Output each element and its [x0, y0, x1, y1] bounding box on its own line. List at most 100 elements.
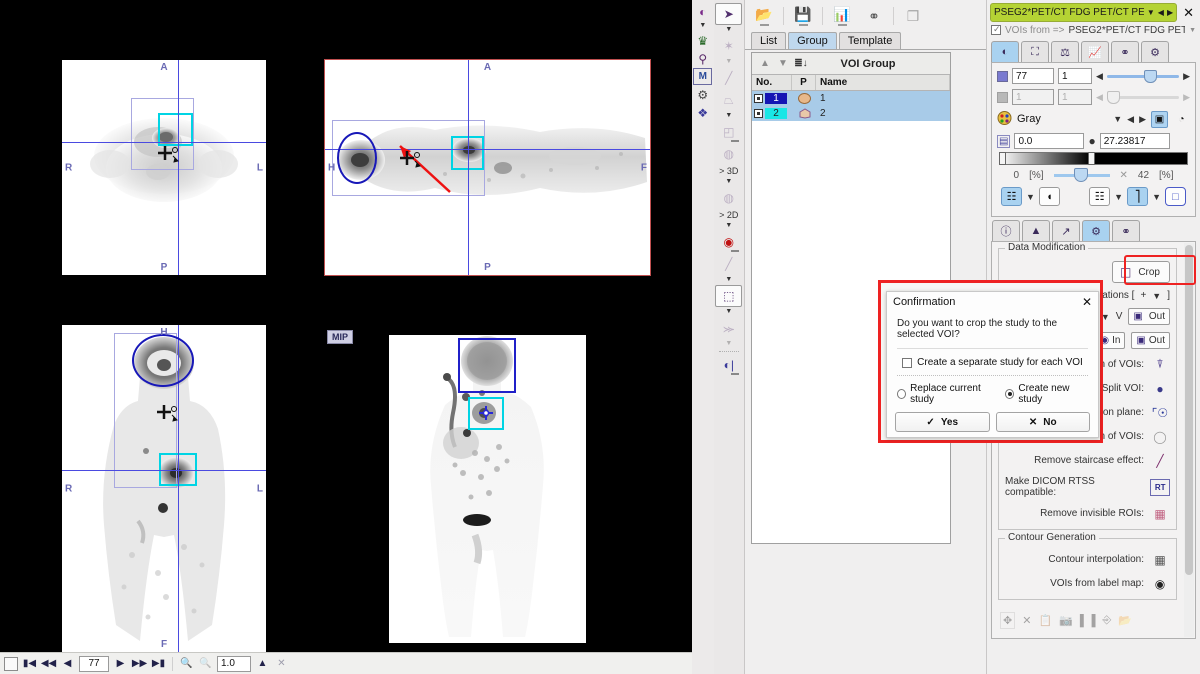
camera-icon[interactable]: 📷	[1059, 614, 1073, 627]
slice-slider[interactable]	[1106, 69, 1180, 83]
tab-list[interactable]: List	[751, 32, 787, 49]
tab-group[interactable]: Group	[788, 32, 837, 49]
settings-tab[interactable]: ⚙	[1141, 41, 1169, 62]
next-fast-icon[interactable]: ▶▶	[132, 656, 147, 672]
vois-from-row[interactable]: ✓ VOIs from => PSEG2*PET/CT FDG PET/CT P…	[987, 22, 1200, 38]
vois-from-label-map-row[interactable]: VOIs from label map: ◉	[1005, 575, 1170, 592]
dropdown-icon[interactable]: ⎆	[1102, 614, 1111, 627]
delete-icon[interactable]: ✕	[1022, 614, 1031, 627]
crosshair-vertical[interactable]	[468, 60, 469, 275]
pointer-tool[interactable]: ➤	[715, 3, 743, 25]
brain-tab[interactable]: ⚭	[1111, 41, 1139, 62]
chevron-down-icon-2[interactable]: ▼	[1114, 192, 1123, 202]
rt-icon[interactable]: RT	[1150, 478, 1170, 496]
chevron-down-icon[interactable]: ▼	[699, 21, 706, 31]
zoom-out-icon[interactable]: 🔍	[198, 656, 213, 672]
image-viewer[interactable]: A P R L A P H F H F R L MIP	[0, 0, 692, 652]
tools-tab[interactable]: ⚙	[1082, 220, 1110, 241]
histogram-tab[interactable]: ▲	[1022, 220, 1050, 241]
window-min-input[interactable]: 0.0	[1014, 133, 1085, 149]
out-button-2[interactable]: ▣ Out	[1131, 332, 1170, 349]
erosion-icon[interactable]: ◯	[1150, 428, 1170, 445]
gear-icon[interactable]: ⚙	[693, 86, 712, 103]
interpolate-icon[interactable]: ⍒	[1150, 356, 1170, 373]
sort-down-icon[interactable]: ▼	[774, 58, 792, 69]
viewer-status-bar[interactable]: ▮◀ ◀◀ ◀ 77 ▶ ▶▶ ▶▮ 🔍 🔍 1.0 ▲ ✕	[0, 652, 692, 674]
row-no-cell[interactable]: 2	[752, 108, 792, 119]
probe-icon[interactable]: ♛	[693, 32, 712, 49]
chevron-down-icon[interactable]: ▼	[1147, 8, 1155, 17]
contour-interpolation-icon[interactable]: ▦	[1150, 551, 1170, 568]
colorbar-slider[interactable]	[1053, 168, 1110, 182]
confirmation-dialog[interactable]: Confirmation ✕ Do you want to crop the s…	[886, 291, 1099, 438]
vois-from-checkbox[interactable]: ✓	[991, 24, 1001, 35]
chevron-down-icon-7[interactable]: ▼	[725, 307, 732, 317]
row-name[interactable]: 1	[816, 93, 950, 104]
invert-lut-button[interactable]: ▣	[1151, 110, 1168, 128]
slice-input[interactable]: 77	[1012, 68, 1054, 84]
chevron-down-icon-3[interactable]: ▼	[725, 111, 732, 121]
crosshair-vertical[interactable]	[178, 60, 179, 275]
dialog-buttons[interactable]: ✓ Yes ✕ No	[887, 405, 1098, 432]
tool-strip[interactable]: ◐ ▼ ♛ ⚲ M ⚙ ❖ ➤ ▼ ✶ ▼ ╱ ⏢ ▼ ◰ ◍ > 3D ▼ ◍…	[692, 0, 745, 674]
remove-staircase-row[interactable]: Remove staircase effect: ╱	[1005, 452, 1170, 469]
info-tab[interactable]: ⓘ	[992, 220, 1020, 241]
chevron-down-icon-1[interactable]: ▼	[725, 25, 732, 35]
zoom-in-icon[interactable]: 🔍	[179, 656, 194, 672]
plus-icon[interactable]: +	[1140, 290, 1146, 301]
out-button-1[interactable]: ▣ Out	[1128, 308, 1170, 325]
orientation-button[interactable]: ⎤	[1127, 187, 1149, 206]
slice-slider-row[interactable]: 77 1 ◀ ▶	[997, 68, 1190, 84]
fusion-tab[interactable]: ⚖	[1051, 41, 1079, 62]
pane-sagittal[interactable]: A P H F	[324, 59, 651, 276]
display-mode-buttons[interactable]: ☷ ▼ ◖ ☷ ▼ ⎤ ▼ □	[997, 182, 1190, 210]
lut-options-button[interactable]: ◔	[1173, 111, 1190, 128]
contrast-icon[interactable]: ◐	[693, 3, 712, 20]
separate-study-checkbox[interactable]	[902, 357, 913, 368]
close-icon[interactable]: ✕	[1180, 5, 1197, 21]
chevron-down-icon-3[interactable]: ▼	[1152, 192, 1161, 202]
move-voi-icon[interactable]: ✥	[1000, 612, 1016, 629]
prev-slice-icon[interactable]: ◀	[60, 656, 75, 672]
study-chip[interactable]: PSEG2*PET/CT FDG PET/CT PET 3D ▼ ◀ ▶	[990, 3, 1178, 22]
shape-button[interactable]: □	[1165, 187, 1186, 206]
separate-study-row[interactable]: Create a separate study for each VOI	[887, 357, 1098, 368]
label-map-icon[interactable]: ◉	[1150, 575, 1170, 592]
tab-template[interactable]: Template	[838, 32, 902, 49]
close-icon[interactable]: ✕	[1120, 170, 1128, 181]
chevron-down-icon-4[interactable]: ▼	[725, 177, 732, 187]
open-icon[interactable]: 📂	[749, 3, 779, 29]
split-icon[interactable]: ●	[1150, 380, 1170, 397]
lut-row[interactable]: Gray ▼ ◀ ▶ ▣ ◔	[997, 110, 1190, 128]
chevron-down-icon-6[interactable]: ▼	[725, 275, 732, 285]
pane-transaxial[interactable]: A P R L	[62, 60, 266, 275]
window-level-row[interactable]: ▤ 0.0 ● 27.23817	[997, 133, 1190, 149]
crosshair-horizontal[interactable]	[62, 470, 266, 471]
waveform-icon[interactable]: ▌▐	[1080, 615, 1096, 627]
voi-toolbar[interactable]: 📂 💾 📊 ⚭ ❐	[745, 0, 986, 30]
crop-tool[interactable]: ⬚	[715, 285, 743, 307]
chart-icon[interactable]: 📊	[827, 3, 857, 29]
split-display-button[interactable]: ◖	[1038, 187, 1060, 206]
dicom-rtss-row[interactable]: Make DICOM RTSS compatible: RT	[1005, 476, 1170, 498]
lut-name[interactable]: Gray	[1017, 113, 1108, 125]
next-slice-icon[interactable]: ▶	[113, 656, 128, 672]
no-button[interactable]: ✕ No	[995, 412, 1090, 432]
color-bar[interactable]	[999, 152, 1188, 165]
layout-tab[interactable]: ⛶	[1021, 41, 1049, 62]
stamp-icon[interactable]: ⚲	[693, 50, 712, 67]
close-icon[interactable]: ✕	[1082, 295, 1092, 309]
copy-icon[interactable]: 📋	[1038, 614, 1052, 627]
slice-number-input[interactable]: 77	[79, 655, 109, 672]
next-icon[interactable]: ▶	[1167, 8, 1173, 17]
prev-icon[interactable]: ◀	[1158, 8, 1164, 17]
tool-strip-right-column[interactable]: ➤ ▼ ✶ ▼ ╱ ⏢ ▼ ◰ ◍ > 3D ▼ ◍ > 2D ▼ ◉ ╱ ▼ …	[713, 0, 744, 674]
chevron-down-icon[interactable]: ▼	[1113, 114, 1122, 124]
curve-tab-2[interactable]: ↗	[1052, 220, 1080, 241]
link-icon[interactable]: ⚭	[859, 3, 889, 29]
row-visibility-checkbox[interactable]	[754, 94, 763, 103]
staircase-icon[interactable]: ╱	[1150, 452, 1170, 469]
export-icon[interactable]: 📂	[1118, 614, 1132, 627]
first-slice-icon[interactable]: ▮◀	[22, 656, 37, 672]
row-visibility-checkbox[interactable]	[754, 109, 763, 118]
